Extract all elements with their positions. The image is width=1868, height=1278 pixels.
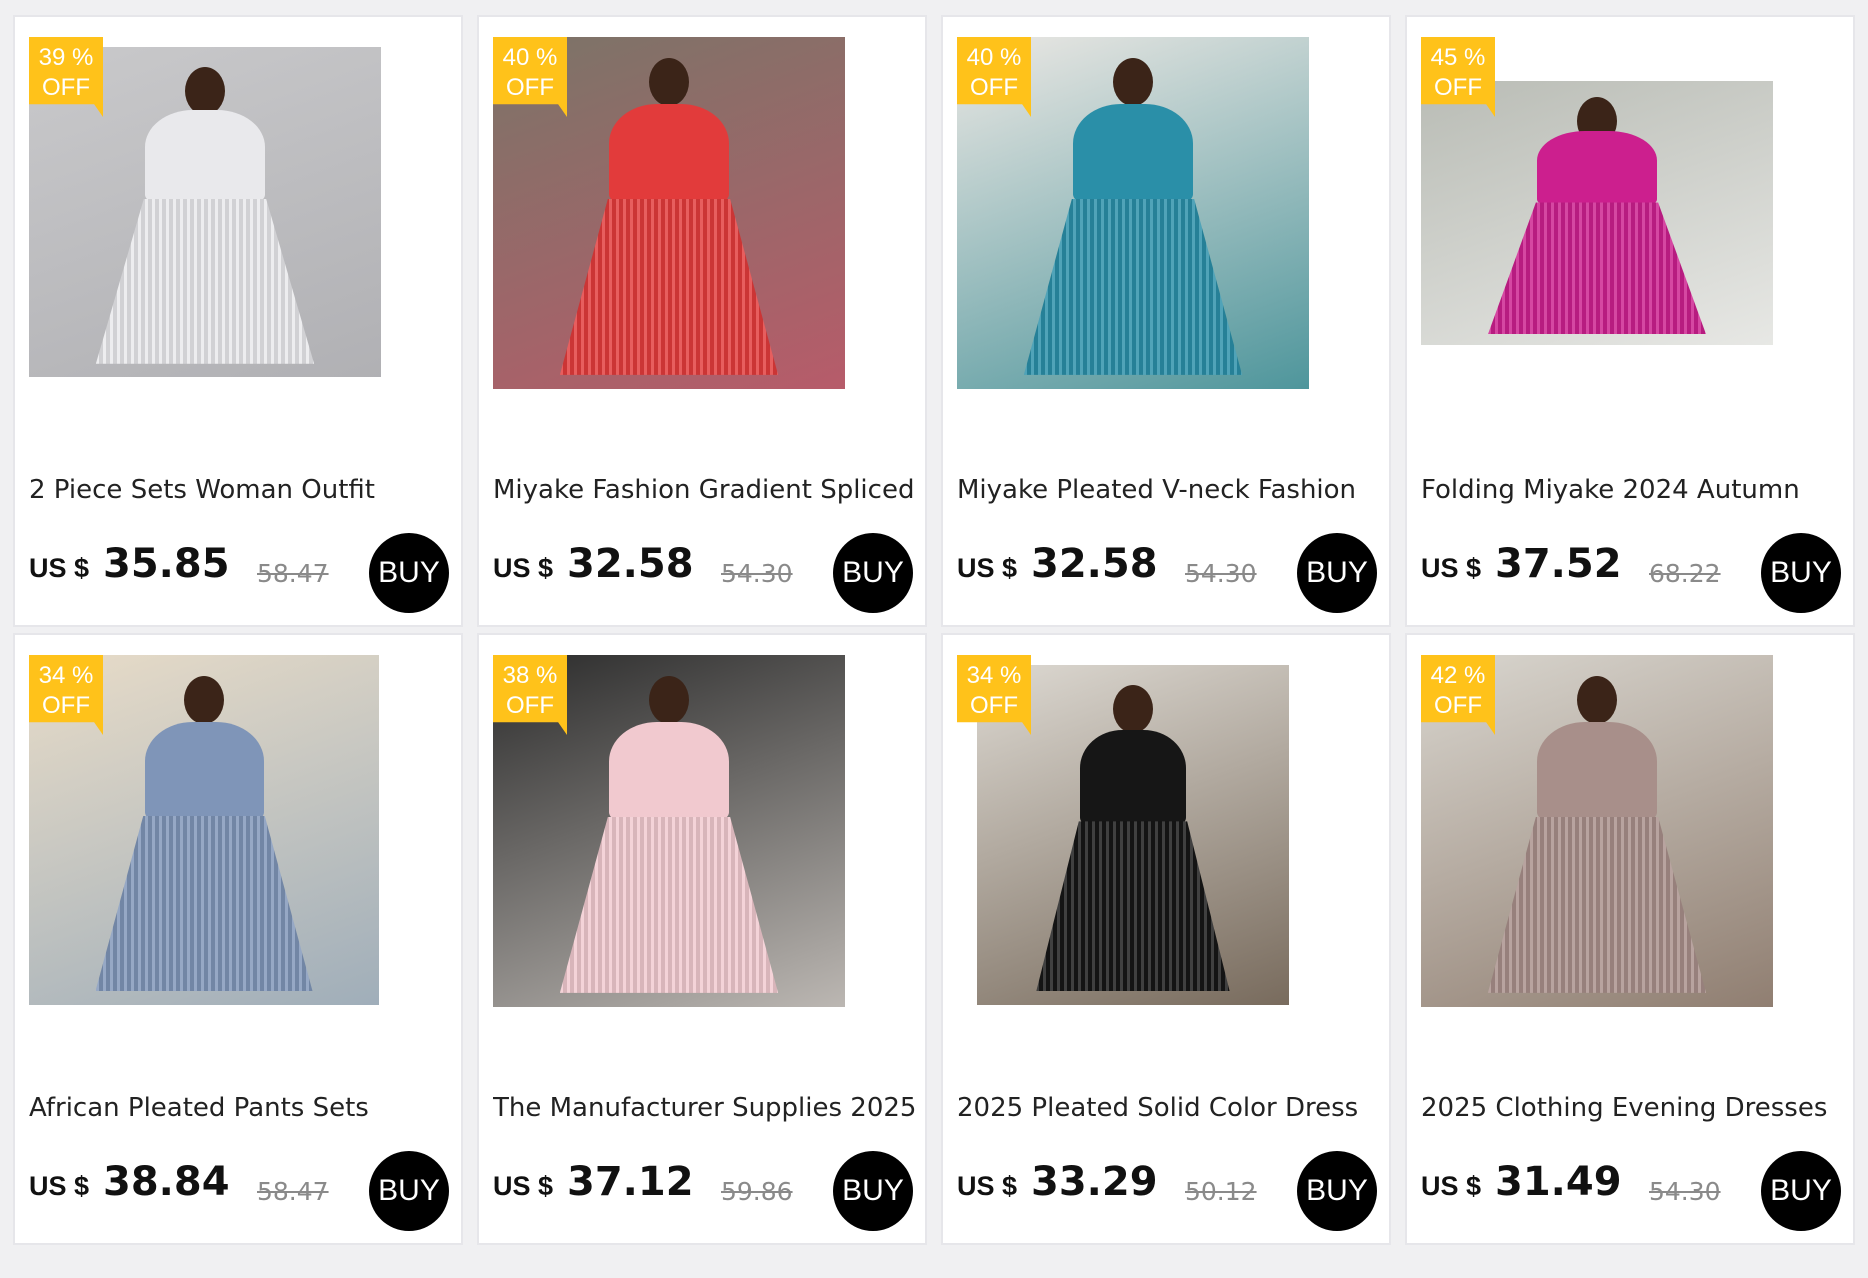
model-bodice: [1537, 721, 1657, 821]
model-bodice: [1073, 103, 1193, 203]
discount-percent: 40 %: [966, 44, 1022, 71]
product-photo: [1421, 81, 1773, 345]
discount-off-label: OFF: [970, 74, 1018, 101]
buy-button[interactable]: BUY: [833, 1151, 913, 1231]
product-price: 37.12: [567, 1159, 694, 1205]
model-skirt: [1487, 202, 1707, 335]
product-title[interactable]: 2 Piece Sets Woman Outfit: [29, 475, 459, 505]
model-bodice: [1079, 729, 1187, 825]
discount-percent: 42 %: [1430, 662, 1486, 689]
discount-off-label: OFF: [42, 74, 90, 101]
model-head: [184, 676, 224, 724]
buy-button[interactable]: BUY: [369, 1151, 449, 1231]
original-price: 68.22: [1649, 559, 1721, 588]
model-skirt: [1036, 821, 1230, 992]
model-skirt: [1023, 198, 1243, 375]
product-price: 32.58: [1031, 541, 1158, 587]
model-head: [185, 66, 225, 115]
model-skirt: [559, 198, 779, 375]
price-currency: US $: [1421, 1171, 1482, 1201]
product-price: 37.52: [1495, 541, 1622, 587]
price-currency: US $: [493, 553, 554, 583]
discount-percent: 34 %: [966, 662, 1022, 689]
product-title[interactable]: African Pleated Pants Sets: [29, 1093, 459, 1123]
original-price: 50.12: [1185, 1177, 1257, 1206]
product-card[interactable]: 40 % OFF Miyake Fashion Gradient Spliced…: [477, 15, 927, 627]
model-bodice: [609, 721, 729, 821]
original-price: 54.30: [1649, 1177, 1721, 1206]
price-currency: US $: [1421, 553, 1482, 583]
price-currency: US $: [493, 1171, 554, 1201]
model-head: [1113, 58, 1153, 107]
product-price: 38.84: [103, 1159, 230, 1205]
price-currency: US $: [957, 1171, 1018, 1201]
model-bodice: [145, 109, 265, 203]
product-card[interactable]: 39 % OFF 2 Piece Sets Woman Outfit US $ …: [13, 15, 463, 627]
discount-percent: 39 %: [38, 44, 94, 71]
product-price: 33.29: [1031, 1159, 1158, 1205]
discount-percent: 40 %: [502, 44, 558, 71]
original-price: 54.30: [1185, 559, 1257, 588]
product-title[interactable]: Miyake Fashion Gradient Spliced: [493, 475, 923, 505]
product-card[interactable]: 38 % OFF The Manufacturer Supplies 2025 …: [477, 633, 927, 1245]
discount-off-label: OFF: [506, 692, 554, 719]
product-price: 31.49: [1495, 1159, 1622, 1205]
model-head: [1577, 676, 1617, 725]
price-currency: US $: [957, 553, 1018, 583]
product-title[interactable]: Folding Miyake 2024 Autumn: [1421, 475, 1851, 505]
model-bodice: [144, 721, 264, 820]
product-title[interactable]: Miyake Pleated V-neck Fashion: [957, 475, 1387, 505]
original-price: 58.47: [257, 1177, 329, 1206]
product-grid: 39 % OFF 2 Piece Sets Woman Outfit US $ …: [13, 15, 1855, 1245]
model-bodice: [609, 103, 729, 203]
buy-button[interactable]: BUY: [369, 533, 449, 613]
model-bodice: [1537, 131, 1657, 206]
discount-off-label: OFF: [42, 692, 90, 719]
discount-percent: 34 %: [38, 662, 94, 689]
discount-off-label: OFF: [1434, 692, 1482, 719]
buy-button[interactable]: BUY: [1761, 533, 1841, 613]
product-price: 32.58: [567, 541, 694, 587]
product-card[interactable]: 34 % OFF African Pleated Pants Sets US $…: [13, 633, 463, 1245]
discount-off-label: OFF: [1434, 74, 1482, 101]
model-skirt: [1487, 816, 1707, 993]
product-title[interactable]: 2025 Clothing Evening Dresses: [1421, 1093, 1851, 1123]
original-price: 59.86: [721, 1177, 793, 1206]
product-card[interactable]: 40 % OFF Miyake Pleated V-neck Fashion U…: [941, 15, 1391, 627]
buy-button[interactable]: BUY: [1761, 1151, 1841, 1231]
buy-button[interactable]: BUY: [833, 533, 913, 613]
discount-percent: 45 %: [1430, 44, 1486, 71]
discount-off-label: OFF: [506, 74, 554, 101]
buy-button[interactable]: BUY: [1297, 1151, 1377, 1231]
product-card[interactable]: 34 % OFF 2025 Pleated Solid Color Dress …: [941, 633, 1391, 1245]
original-price: 58.47: [257, 559, 329, 588]
model-head: [1113, 685, 1153, 734]
price-currency: US $: [29, 1171, 90, 1201]
product-price: 35.85: [103, 541, 230, 587]
discount-percent: 38 %: [502, 662, 558, 689]
product-card[interactable]: 45 % OFF Folding Miyake 2024 Autumn US $…: [1405, 15, 1855, 627]
model-head: [649, 676, 689, 725]
buy-button[interactable]: BUY: [1297, 533, 1377, 613]
product-title[interactable]: 2025 Pleated Solid Color Dress: [957, 1093, 1387, 1123]
price-currency: US $: [29, 553, 90, 583]
model-skirt: [559, 816, 779, 993]
model-skirt: [95, 198, 315, 364]
original-price: 54.30: [721, 559, 793, 588]
discount-off-label: OFF: [970, 692, 1018, 719]
product-card[interactable]: 42 % OFF 2025 Clothing Evening Dresses U…: [1405, 633, 1855, 1245]
model-head: [649, 58, 689, 107]
product-title[interactable]: The Manufacturer Supplies 2025: [493, 1093, 923, 1123]
model-skirt: [95, 816, 313, 991]
